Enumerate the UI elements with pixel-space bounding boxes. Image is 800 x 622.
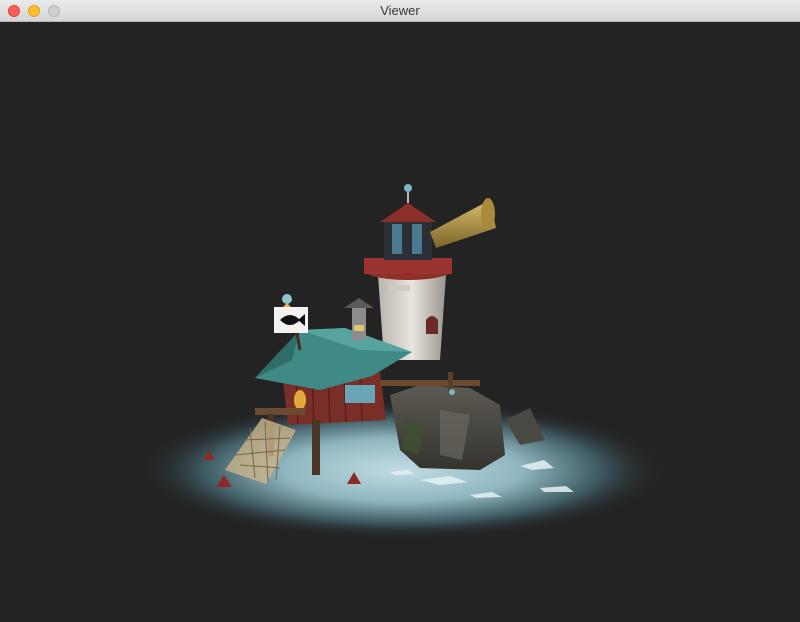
3d-viewport[interactable] <box>0 22 800 622</box>
viewer-window: Viewer <box>0 0 800 622</box>
telescope <box>430 198 496 248</box>
title-bar[interactable]: Viewer <box>0 0 800 22</box>
window-title: Viewer <box>380 3 420 18</box>
lighthouse <box>364 184 452 360</box>
lighthouse-scene <box>137 184 667 540</box>
